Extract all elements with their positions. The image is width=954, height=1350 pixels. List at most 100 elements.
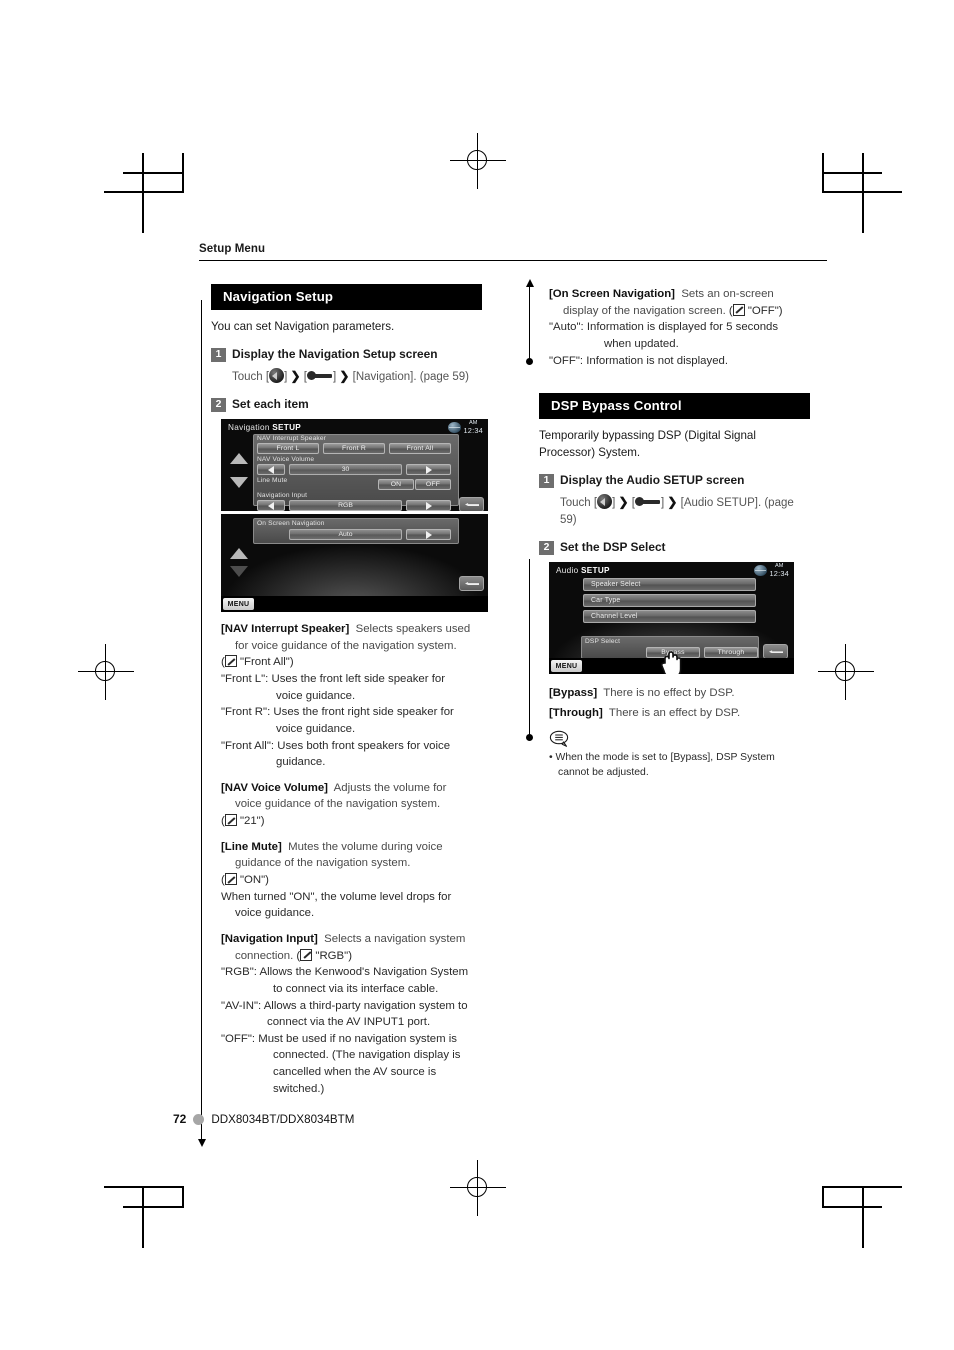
flow-arrow-up-icon (525, 279, 534, 287)
item-line-mute: [Line Mute] Mutes the volume during voic… (221, 839, 473, 922)
triangle-right-icon (425, 465, 432, 474)
button-navigation-input-next[interactable] (406, 500, 451, 512)
button-front-all[interactable]: Front All (389, 443, 451, 455)
menu-button[interactable]: MENU (223, 598, 254, 611)
item-bypass-head: [Bypass] There is no effect by DSP. (549, 685, 801, 702)
crop-mark-bottom-left-h1 (104, 1186, 184, 1188)
option-text-rgb: Allows the Kenwood's Navigation System t… (259, 966, 469, 995)
item-on-screen-navigation: [On Screen Navigation] Sets an on-screen… (549, 286, 801, 369)
option-rgb: "RGB": Allows the Kenwood's Navigation S… (221, 964, 473, 997)
button-line-mute-on[interactable]: ON (378, 479, 414, 491)
crop-mark-top-left-v1 (142, 153, 144, 233)
crop-mark-top-left-h1 (104, 191, 184, 193)
item-extra-line-mute: When turned "ON", the volume level drops… (221, 890, 452, 920)
button-nav-voice-volume-down[interactable] (257, 464, 285, 476)
default-setting-pencil-icon-3 (224, 873, 237, 886)
globe-icon (447, 422, 461, 434)
menu-item-speaker-select[interactable]: Speaker Select (583, 578, 756, 592)
note-text: When the mode is set to [Bypass], DSP Sy… (555, 751, 775, 778)
button-front-l[interactable]: Front L (257, 443, 319, 455)
button-nav-voice-volume-up[interactable] (406, 464, 451, 476)
triangle-right-icon-3 (425, 530, 432, 539)
crop-mark-bottom-right-v1 (862, 1186, 864, 1248)
item-on-screen-navigation-head: [On Screen Navigation] Sets an on-screen… (549, 288, 783, 317)
button-line-mute-off[interactable]: OFF (415, 479, 451, 491)
menu-circle-icon-2 (597, 494, 613, 510)
default-value-navigation-input: "RGB" (315, 949, 349, 962)
option-text-front-all: Uses both front speakers for voice guida… (276, 739, 451, 769)
item-default-line-mute: ( "ON") (221, 873, 269, 887)
item-bypass: [Bypass] There is no effect by DSP. (549, 685, 801, 702)
option-name-front-l: "Front L": (221, 672, 269, 685)
menu-item-car-type[interactable]: Car Type (583, 594, 756, 608)
step-1-display-audio-setup: 1 Display the Audio SETUP screen (539, 473, 810, 488)
scroll-down-icon[interactable] (230, 477, 248, 489)
running-head-rule (199, 260, 827, 261)
return-button[interactable] (459, 497, 484, 512)
step-2-title: Set each item (232, 397, 309, 412)
right-column: [On Screen Navigation] Sets an on-screen… (525, 279, 810, 1097)
menu-item-channel-level[interactable]: Channel Level (583, 610, 756, 624)
scroll-up-icon-2[interactable] (230, 548, 248, 560)
option-name-rgb: "RGB": (221, 966, 257, 979)
on-screen-navigation-screenshot: On Screen Navigation Auto MENU (221, 514, 488, 613)
clock-time-label-2: 12:34 (769, 568, 789, 578)
menu-button-2[interactable]: MENU (551, 660, 582, 673)
scroll-down-icon-2[interactable] (230, 566, 248, 578)
two-column-layout: Navigation Setup You can set Navigation … (197, 279, 829, 1147)
button-front-r[interactable]: Front R (323, 443, 385, 455)
return-button-3[interactable] (763, 644, 788, 660)
flow-arrow-down-icon (197, 1139, 206, 1147)
setup-wrench-icon (306, 369, 333, 382)
path-arrow-icon-3: ❯ (618, 494, 629, 509)
screen-title-light: Navigation (228, 423, 273, 433)
step-number-1: 1 (211, 347, 226, 362)
step-2-title-dsp: Set the DSP Select (560, 540, 666, 555)
registration-mark-left (78, 644, 134, 700)
navigation-setup-body: You can set Navigation parameters. 1 Dis… (211, 319, 482, 413)
screen-title-bold-2: SETUP (581, 566, 610, 576)
button-dsp-through[interactable]: Through (704, 647, 758, 659)
default-value-nav-voice-volume: "21" (239, 815, 261, 828)
triangle-right-icon-2 (425, 501, 432, 510)
path-arrow-icon-2: ❯ (339, 368, 350, 383)
button-navigation-input-prev[interactable] (257, 500, 285, 512)
note-text-block: • When the mode is set to [Bypass], DSP … (549, 750, 807, 780)
option-name-auto: "Auto": (549, 321, 584, 334)
crop-mark-bottom-right-v2 (822, 1186, 824, 1208)
touch-bracket-close-2: ] (332, 370, 337, 383)
audio-setup-screenshot: Audio SETUP AM 12:34 Speaker Select Car … (549, 562, 794, 675)
option-text-off-osn: Information is not displayed. (586, 354, 729, 367)
option-off-osn: "OFF": Information is not displayed. (549, 353, 801, 370)
navigation-setup-screenshot: Navigation SETUP AM 12:34 NAV Interrupt … (221, 419, 488, 512)
item-desc-bypass: There is no effect by DSP. (603, 687, 735, 700)
default-setting-pencil-icon-2 (224, 814, 237, 827)
right-flow-line-top (525, 279, 534, 365)
status-clock-2: AM 12:34 (753, 564, 790, 578)
note-bubble-icon (549, 730, 571, 747)
footer-model-label: DDX8034BT/DDX8034BTM (211, 1112, 355, 1126)
status-clock: AM 12:34 (447, 420, 484, 434)
navigation-setup-intro: You can set Navigation parameters. (211, 320, 395, 333)
note-bullet-item: • When the mode is set to [Bypass], DSP … (549, 751, 775, 778)
value-on-screen-navigation: Auto (289, 529, 402, 541)
option-off: "OFF": Must be used if no navigation sys… (221, 1031, 473, 1098)
screen-title-bold: SETUP (272, 423, 302, 433)
label-nav-voice-volume: NAV Voice Volume (257, 456, 315, 464)
label-nav-interrupt-speaker: NAV Interrupt Speaker (257, 435, 326, 443)
crop-mark-bottom-right-h2 (822, 1206, 882, 1208)
option-av-in: "AV-IN": Allows a third-party navigation… (221, 998, 473, 1031)
path-arrow-icon-1: ❯ (290, 368, 301, 383)
footer-bullet-icon (193, 1113, 205, 1125)
scroll-up-icon[interactable] (230, 453, 248, 465)
crop-mark-top-left-h2 (123, 172, 183, 174)
menu-circle-icon (269, 368, 285, 384)
triangle-left-icon (268, 465, 274, 474)
default-value-on-screen-navigation: "OFF" (747, 304, 779, 317)
step-1-display-navigation-setup: 1 Display the Navigation Setup screen (211, 347, 482, 362)
button-on-screen-navigation-next[interactable] (406, 529, 451, 541)
step-1-title: Display the Navigation Setup screen (232, 346, 438, 361)
return-button-2[interactable] (459, 576, 484, 592)
label-on-screen-navigation: On Screen Navigation (257, 520, 325, 528)
option-name-off-osn: "OFF": (549, 354, 584, 367)
